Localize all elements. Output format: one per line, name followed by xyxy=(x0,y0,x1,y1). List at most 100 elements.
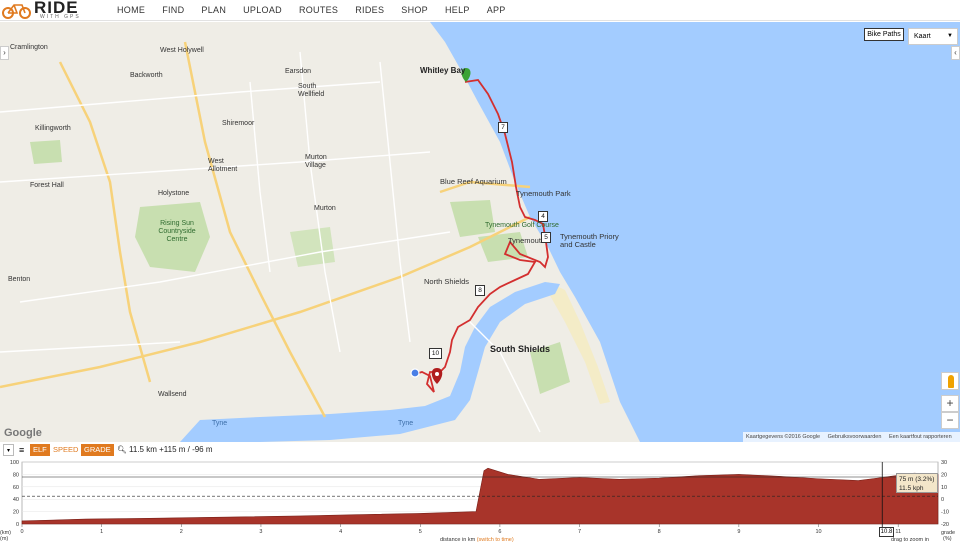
map-report-link[interactable]: Een kaartfout rapporteren xyxy=(889,434,952,440)
x-tick-label: 8 xyxy=(658,529,661,535)
place-label: Wallsend xyxy=(158,391,187,398)
elevation-toolbar: ▾ ≡ ELF SPEED GRADE 🔍︎ 11.5 km +115 m / … xyxy=(0,442,960,458)
grade-tick-label: -10 xyxy=(941,510,949,516)
route-summary: 11.5 km +115 m / -96 m xyxy=(129,445,213,454)
tab-speed[interactable]: SPEED xyxy=(50,444,81,456)
place-label: Whitley Bay xyxy=(420,66,466,75)
x-tick-label: 11 xyxy=(895,529,901,535)
x-tick-label: 3 xyxy=(259,529,262,535)
route-marker[interactable]: 7 xyxy=(498,122,508,133)
x-tick-label: 7 xyxy=(578,529,581,535)
y-axis-label-right: grade xyxy=(941,530,956,536)
y-tick-label: 80 xyxy=(13,472,19,478)
park-west xyxy=(30,140,62,164)
menu-icon[interactable]: ≡ xyxy=(16,444,27,456)
x-tick-label: 10 xyxy=(815,529,821,535)
collapse-right-arrow-icon[interactable]: ‹ xyxy=(951,46,960,60)
bike-paths-toggle[interactable]: Bike Paths xyxy=(864,28,904,41)
grade-tick-label: 20 xyxy=(941,472,947,478)
google-logo: Google xyxy=(4,427,42,439)
place-label: Tynemouth xyxy=(508,236,546,245)
park-north xyxy=(450,200,495,237)
main-nav: HOME FIND PLAN UPLOAD ROUTES RIDES SHOP … xyxy=(117,0,523,21)
y-tick-label: 40 xyxy=(13,497,19,503)
collapse-chevron-icon[interactable]: ▾ xyxy=(3,444,15,456)
nav-upload[interactable]: UPLOAD xyxy=(243,0,282,21)
place-label: Tyne xyxy=(398,420,414,427)
river-tyne xyxy=(180,282,560,442)
place-label: Murton Village xyxy=(305,154,327,169)
map-terms-link[interactable]: Gebruiksvoorwaarden xyxy=(828,434,882,440)
x-axis-label: distance in km (switch to time) xyxy=(440,537,514,543)
place-label: Cramlington xyxy=(10,44,48,51)
route-marker[interactable]: 10 xyxy=(429,348,442,359)
x-tick-label: 1 xyxy=(100,529,103,535)
place-label: Rising Sun Countryside Centre xyxy=(158,220,196,243)
x-tick-label: 5 xyxy=(419,529,422,535)
dropdown-caret-icon: ▼ xyxy=(947,33,953,39)
park-central xyxy=(290,227,335,267)
place-label: Killingworth xyxy=(35,125,71,132)
x-tick-label: 4 xyxy=(339,529,342,535)
x-tick-label: 0 xyxy=(20,529,23,535)
place-label: Shiremoor xyxy=(222,120,255,127)
place-label: Earsdon xyxy=(285,68,312,75)
place-label: North Shields xyxy=(424,277,470,286)
place-label: South Wellfield xyxy=(298,83,325,98)
nav-plan[interactable]: PLAN xyxy=(201,0,226,21)
map-attribution: Kaartgegevens ©2016 Google Gebruiksvoorw… xyxy=(743,432,960,442)
switch-to-time-link[interactable]: (switch to time) xyxy=(477,537,514,543)
place-label: Forest Hall xyxy=(30,182,64,189)
place-label: Blue Reef Aquarium xyxy=(440,177,507,186)
x-axis-title: distance in km xyxy=(440,537,476,543)
nav-rides[interactable]: RIDES xyxy=(355,0,384,21)
bicycle-icon xyxy=(2,4,31,19)
elevation-chart[interactable]: 100 80 60 40 20 0 30 20 10 0 -10 -20 0 1 2 3 4 5 6 7 8 9 10 11 xyxy=(0,458,960,547)
logo-subtitle: WITH GPS xyxy=(40,14,81,20)
place-label: Tyne xyxy=(212,420,228,427)
tab-elevation[interactable]: ELF xyxy=(30,444,50,456)
y-tick-label: 0 xyxy=(16,522,19,528)
tooltip-elevation: 75 m (3.2%) xyxy=(899,476,935,483)
ride-with-gps-logo[interactable]: RIDE WITH GPS xyxy=(0,0,110,21)
place-label: Tynemouth Park xyxy=(516,189,571,198)
place-label: Tynemouth Golf Course xyxy=(485,222,559,229)
tooltip-speed: 11.5 kph xyxy=(899,485,924,492)
nav-app[interactable]: APP xyxy=(487,0,506,21)
y-tick-label: 60 xyxy=(13,485,19,491)
y-tick-label: 20 xyxy=(13,510,19,516)
route-marker[interactable]: 8 xyxy=(475,285,485,296)
top-nav-bar: RIDE WITH GPS HOME FIND PLAN UPLOAD ROUT… xyxy=(0,0,960,21)
map-canvas xyxy=(0,22,960,442)
place-label: South Shields xyxy=(490,344,551,354)
place-label: Benton xyxy=(8,276,31,283)
nav-find[interactable]: FIND xyxy=(162,0,184,21)
nav-home[interactable]: HOME xyxy=(117,0,145,21)
place-label: Tynemouth Priory and Castle xyxy=(560,232,619,249)
street-view-pegman-icon[interactable] xyxy=(941,372,959,390)
map-type-select[interactable]: Kaart ▼ xyxy=(908,28,958,45)
elevation-tooltip: 75 m (3.2%) 11.5 kph xyxy=(896,473,938,493)
drag-zoom-hint: drag to zoom in xyxy=(891,537,929,543)
x-axis-unit: (km) xyxy=(0,530,11,536)
nav-shop[interactable]: SHOP xyxy=(401,0,428,21)
zoom-out-button[interactable]: − xyxy=(941,412,959,429)
route-marker[interactable]: 5 xyxy=(541,232,551,243)
cursor-distance: 10.8 xyxy=(879,527,894,537)
zoom-in-button[interactable]: + xyxy=(941,395,959,412)
sea xyxy=(430,22,960,442)
collapse-left-arrow-icon[interactable]: › xyxy=(0,46,9,60)
grade-tick-label: 0 xyxy=(941,497,944,503)
y-axis-unit-left: (m) xyxy=(0,536,9,542)
search-icon[interactable]: 🔍︎ xyxy=(114,444,130,456)
route-map[interactable]: Cramlington West Holywell Backworth Ears… xyxy=(0,22,960,442)
place-label: West Holywell xyxy=(160,47,204,54)
grade-tick-label: 10 xyxy=(941,485,947,491)
x-tick-label: 2 xyxy=(180,529,183,535)
y-tick-label: 100 xyxy=(10,460,19,466)
x-tick-label: 9 xyxy=(737,529,740,535)
tab-grade[interactable]: GRADE xyxy=(81,444,114,456)
route-marker[interactable]: 4 xyxy=(538,211,548,222)
nav-routes[interactable]: ROUTES xyxy=(299,0,338,21)
nav-help[interactable]: HELP xyxy=(445,0,470,21)
